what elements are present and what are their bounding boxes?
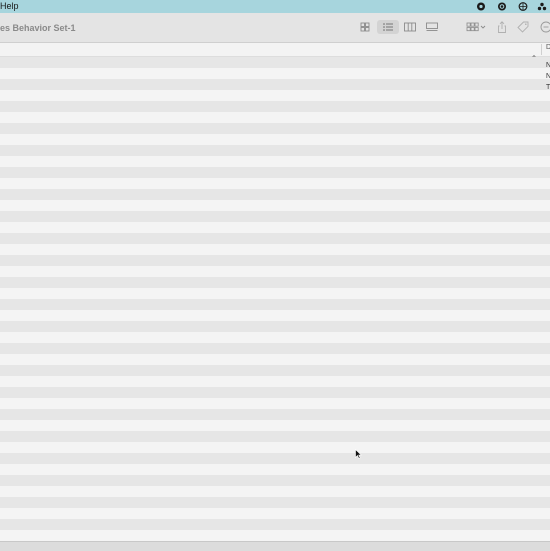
file-list[interactable]: N N T [0,57,550,541]
list-item: N [546,62,550,69]
column-header-date[interactable]: D [546,44,550,51]
finder-toolbar: es Behavior Set-1 [0,13,550,43]
more-icon [540,21,550,33]
list-view-button[interactable] [377,20,399,34]
columns-icon [404,22,416,32]
mouse-pointer-icon [355,446,363,464]
window-title: es Behavior Set-1 [0,23,76,33]
tag-icon [517,21,529,33]
list-icon [383,23,393,31]
grid-icon [360,22,370,32]
list-item: T [546,84,550,91]
group-by-button[interactable] [465,20,487,34]
icon-view-button[interactable] [358,20,372,34]
gallery-view-button[interactable] [425,20,439,34]
share-icon [498,21,506,33]
column-view-button[interactable] [403,20,417,34]
list-item: N [546,73,550,80]
group-by-icon [466,22,486,32]
menu-help[interactable]: Help [0,0,19,13]
list-header: D [0,43,550,59]
more-button[interactable] [539,20,550,34]
tag-button[interactable] [516,20,530,34]
column-divider[interactable] [541,44,542,55]
chatgpt-icon[interactable] [497,2,507,11]
vpn-icon[interactable] [518,2,528,11]
menu-bar: Help [0,0,550,13]
gallery-icon [426,22,438,31]
share-button[interactable] [495,20,509,34]
record-icon[interactable] [476,2,486,11]
dropbox-icon[interactable] [537,2,547,11]
